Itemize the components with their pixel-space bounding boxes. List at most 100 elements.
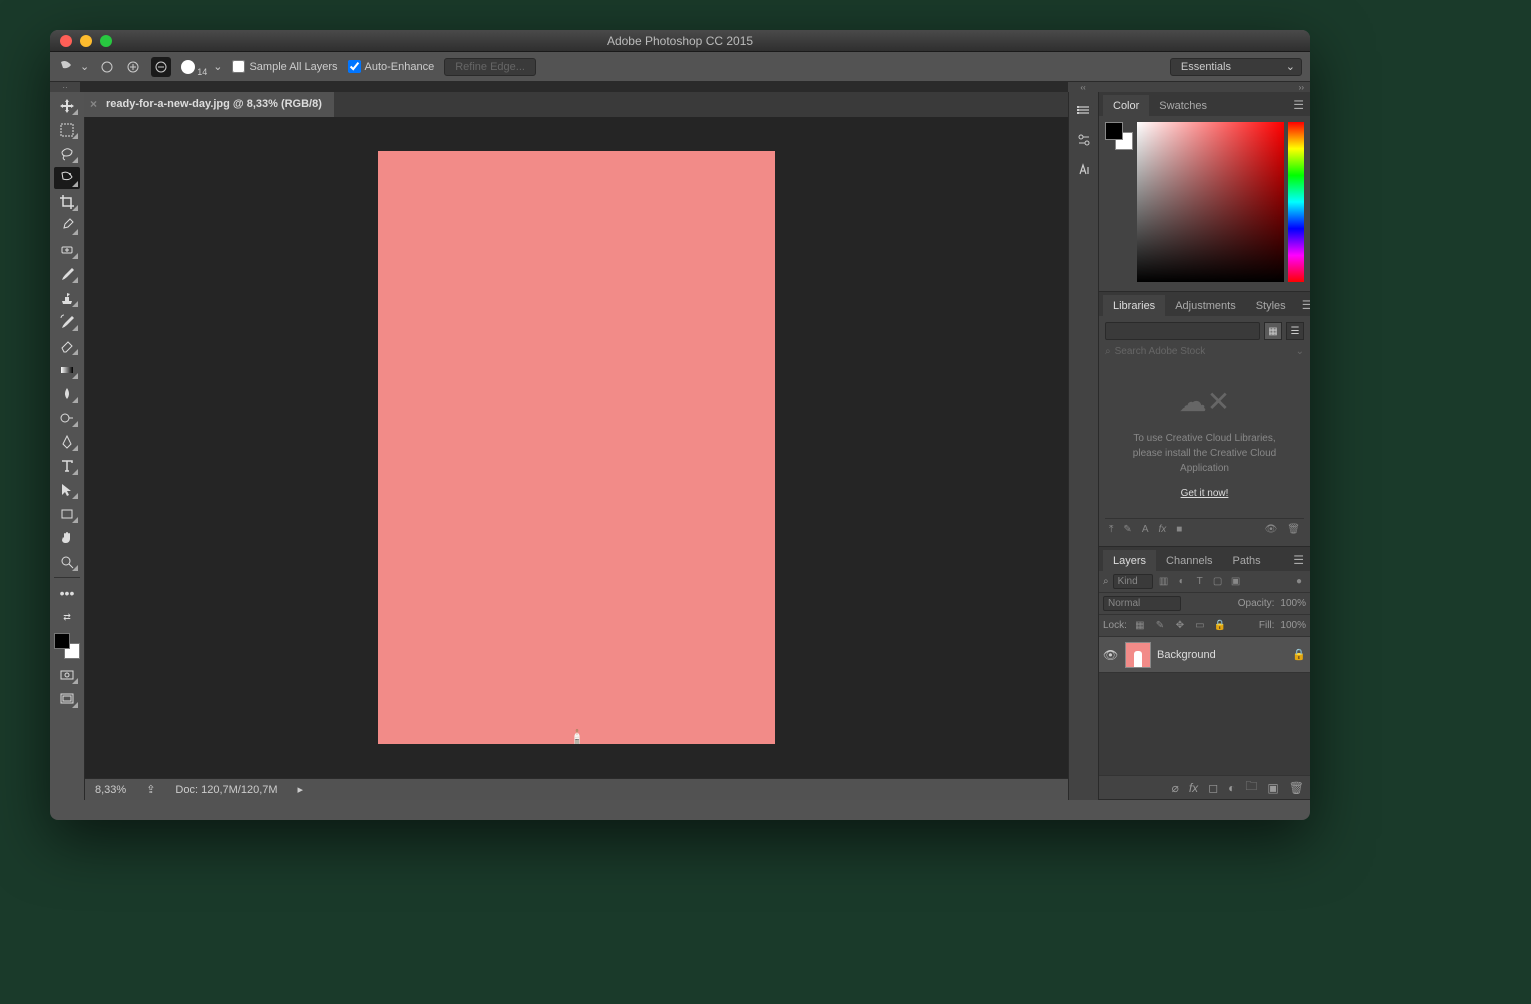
lib-upload-icon[interactable]: ⤒ (1109, 524, 1113, 535)
library-select[interactable] (1105, 322, 1260, 340)
lib-type-icon[interactable]: A (1142, 524, 1149, 535)
layers-panel-menu-icon[interactable]: ☰ (1287, 549, 1310, 571)
document-tab[interactable]: × ready-for-a-new-day.jpg @ 8,33% (RGB/8… (84, 92, 334, 117)
edit-toolbar-button[interactable]: ••• (54, 582, 80, 604)
quick-mask-button[interactable] (54, 664, 80, 686)
pen-tool[interactable] (54, 431, 80, 453)
healing-brush-tool[interactable] (54, 239, 80, 261)
tab-swatches[interactable]: Swatches (1149, 95, 1217, 116)
quick-select-new[interactable] (99, 59, 115, 75)
history-panel-icon[interactable] (1072, 98, 1096, 122)
lock-artboard-icon[interactable]: ▭ (1193, 619, 1207, 633)
filter-type-icon[interactable]: T (1193, 575, 1207, 589)
layer-thumbnail[interactable] (1125, 642, 1151, 668)
tools-grip[interactable]: ·· (50, 82, 80, 92)
type-tool[interactable] (54, 455, 80, 477)
layer-locked-icon[interactable]: 🔒 (1292, 648, 1306, 661)
lib-fx-icon[interactable]: fx (1158, 524, 1166, 535)
delete-layer-icon[interactable]: 🗑 (1289, 781, 1304, 795)
screen-mode-button[interactable] (54, 688, 80, 710)
tab-color[interactable]: Color (1103, 95, 1149, 116)
get-it-now-link[interactable]: Get it now! (1181, 486, 1229, 501)
marquee-tool[interactable] (54, 119, 80, 141)
close-window-button[interactable] (60, 35, 72, 47)
filter-shape-icon[interactable]: ▢ (1211, 575, 1225, 589)
panels-grip[interactable]: ›› (1098, 82, 1310, 92)
libraries-panel-menu-icon[interactable]: ☰ (1296, 294, 1310, 316)
list-view-icon[interactable]: ☰ (1286, 322, 1304, 340)
filter-pixel-icon[interactable]: ▥ (1157, 575, 1171, 589)
swap-colors-icon[interactable]: ⇄ (54, 606, 80, 628)
refine-edge-button[interactable]: Refine Edge... (444, 58, 536, 76)
filter-smart-icon[interactable]: ▣ (1229, 575, 1243, 589)
link-layers-icon[interactable]: ⌀ (1172, 781, 1179, 795)
dock-grip[interactable]: ‹‹ (1068, 82, 1098, 92)
crop-tool[interactable] (54, 191, 80, 213)
tab-paths[interactable]: Paths (1223, 550, 1271, 571)
canvas[interactable] (378, 151, 775, 744)
quick-selection-tool[interactable] (54, 167, 80, 189)
workspace-switcher[interactable]: Essentials (1170, 58, 1302, 76)
doc-info[interactable]: Doc: 120,7M/120,7M (175, 784, 277, 796)
dodge-tool[interactable] (54, 407, 80, 429)
lib-sync-icon[interactable]: 👁 (1265, 524, 1278, 535)
new-layer-icon[interactable]: ▣ (1267, 781, 1278, 795)
layer-visibility-icon[interactable]: 👁 (1103, 648, 1119, 662)
grid-view-icon[interactable]: ▦ (1264, 322, 1282, 340)
clone-stamp-tool[interactable] (54, 287, 80, 309)
layer-row[interactable]: 👁 Background 🔒 (1099, 637, 1310, 673)
minimize-window-button[interactable] (80, 35, 92, 47)
character-panel-icon[interactable] (1072, 158, 1096, 182)
adjustment-layer-icon[interactable]: ◐ (1228, 781, 1235, 795)
filter-search-icon[interactable]: ⌕ (1103, 576, 1109, 587)
auto-enhance-checkbox[interactable]: Auto-Enhance (348, 60, 435, 73)
opacity-value[interactable]: 100% (1280, 598, 1306, 609)
library-search[interactable]: ⌕ Search Adobe Stock ⌄ (1105, 346, 1304, 357)
rectangle-tool[interactable] (54, 503, 80, 525)
lasso-tool[interactable] (54, 143, 80, 165)
lock-pixels-icon[interactable]: ✎ (1153, 619, 1167, 633)
filter-toggle-icon[interactable]: ● (1292, 575, 1306, 589)
blur-tool[interactable] (54, 383, 80, 405)
lock-all-icon[interactable]: 🔒 (1213, 619, 1227, 633)
share-icon[interactable]: ⇪ (146, 783, 155, 796)
tab-styles[interactable]: Styles (1246, 295, 1296, 316)
status-arrow-icon[interactable]: ▸ (298, 783, 304, 796)
lock-transparency-icon[interactable]: ▦ (1133, 619, 1147, 633)
foreground-background-colors[interactable] (54, 633, 80, 659)
layer-name[interactable]: Background (1157, 649, 1216, 661)
lib-color-icon[interactable]: ■ (1176, 524, 1182, 535)
brush-tool[interactable] (54, 263, 80, 285)
path-selection-tool[interactable] (54, 479, 80, 501)
brush-picker[interactable]: 14⌄ (181, 57, 222, 77)
tab-adjustments[interactable]: Adjustments (1165, 295, 1246, 316)
fill-value[interactable]: 100% (1280, 620, 1306, 631)
tab-layers[interactable]: Layers (1103, 550, 1156, 571)
color-fgbg-swatch[interactable] (1105, 122, 1133, 150)
eyedropper-tool[interactable] (54, 215, 80, 237)
move-tool[interactable] (54, 95, 80, 117)
properties-panel-icon[interactable] (1072, 128, 1096, 152)
lock-position-icon[interactable]: ✥ (1173, 619, 1187, 633)
tool-preset-picker[interactable]: ⌄ (58, 59, 89, 75)
close-tab-icon[interactable]: × (90, 97, 97, 111)
history-brush-tool[interactable] (54, 311, 80, 333)
maximize-window-button[interactable] (100, 35, 112, 47)
blend-mode-select[interactable]: Normal (1103, 596, 1181, 611)
quick-select-add[interactable] (125, 59, 141, 75)
hue-strip[interactable] (1288, 122, 1304, 282)
filter-kind-select[interactable]: Kind (1113, 574, 1153, 589)
hand-tool[interactable] (54, 527, 80, 549)
zoom-level[interactable]: 8,33% (95, 784, 126, 796)
lib-brush-icon[interactable]: ✎ (1123, 524, 1131, 535)
canvas-area[interactable] (85, 117, 1068, 778)
tab-libraries[interactable]: Libraries (1103, 295, 1165, 316)
lib-trash-icon[interactable]: 🗑 (1287, 524, 1300, 535)
color-field[interactable] (1137, 122, 1284, 282)
tab-channels[interactable]: Channels (1156, 550, 1222, 571)
layer-mask-icon[interactable]: ◻ (1208, 781, 1218, 795)
sample-all-layers-checkbox[interactable]: Sample All Layers (232, 60, 337, 73)
zoom-tool[interactable] (54, 551, 80, 573)
layer-group-icon[interactable]: 🗀 (1245, 777, 1257, 798)
color-panel-menu-icon[interactable]: ☰ (1287, 94, 1310, 116)
